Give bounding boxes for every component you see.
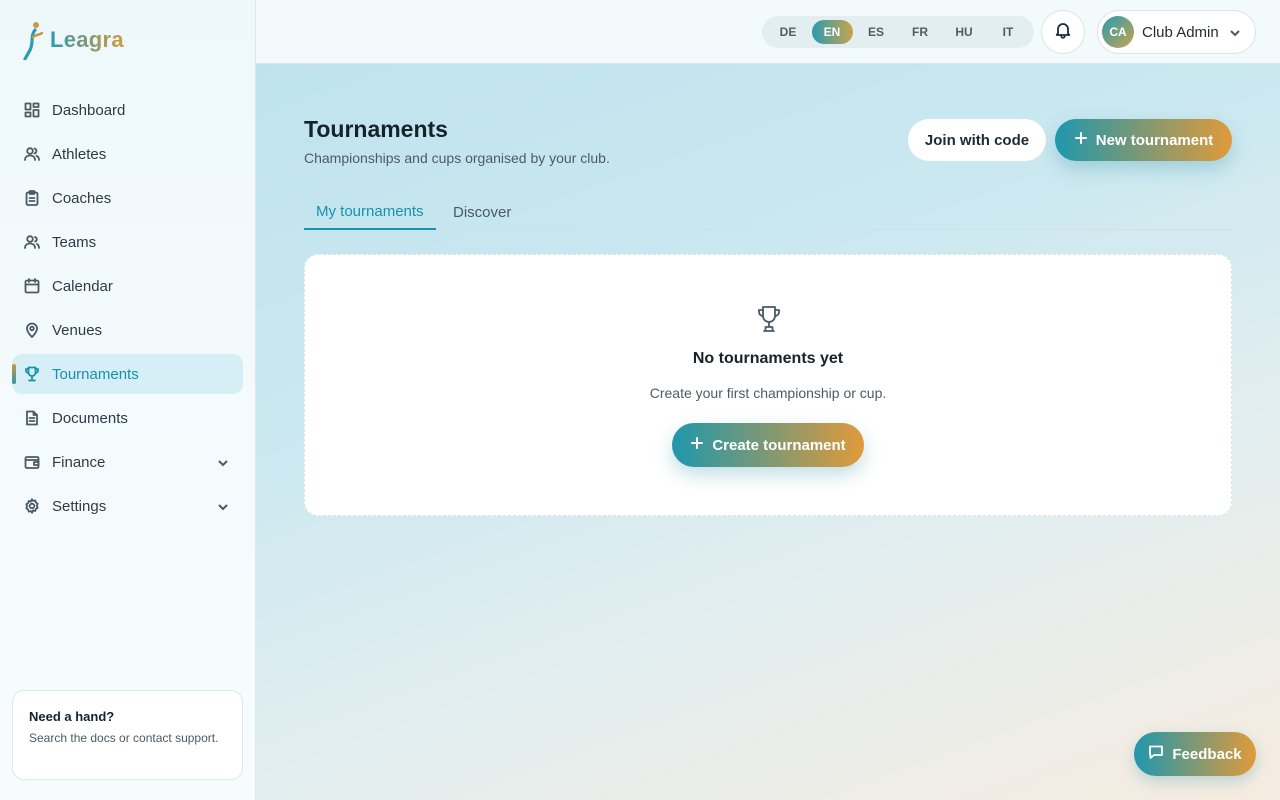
wallet-icon — [24, 454, 40, 470]
dashboard-icon — [24, 102, 40, 118]
sidebar-item-label: Tournaments — [52, 365, 139, 383]
bell-icon — [1054, 21, 1072, 44]
sidebar-item-label: Teams — [52, 233, 97, 251]
tab-my-tournaments[interactable]: My tournaments — [304, 194, 436, 230]
language-en[interactable]: EN — [811, 20, 853, 44]
sidebar-item-dashboard[interactable]: Dashboard — [12, 90, 243, 130]
language-it[interactable]: IT — [988, 20, 1029, 44]
sidebar-item-label: Finance — [52, 453, 106, 471]
sidebar-item-settings[interactable]: Settings — [12, 486, 243, 526]
language-fr[interactable]: FR — [900, 20, 941, 44]
sidebar-item-label: Settings — [52, 497, 107, 515]
sidebar-item-teams[interactable]: Teams — [12, 222, 243, 262]
language-de[interactable]: DE — [768, 20, 809, 44]
chevron-down-icon[interactable] — [217, 456, 229, 468]
sidebar-item-label: Documents — [52, 409, 128, 427]
page-title: Tournaments — [304, 116, 448, 142]
language-hu[interactable]: HU — [944, 20, 985, 44]
plus-icon — [1074, 131, 1088, 149]
language-switcher: DE EN ES FR HU IT — [762, 16, 1034, 48]
brand-logo[interactable]: Leagra — [22, 20, 124, 61]
sidebar-nav: Dashboard Athletes Coaches Teams Calenda… — [12, 90, 243, 530]
sidebar-item-venues[interactable]: Venues — [12, 310, 243, 350]
sidebar-item-label: Venues — [52, 321, 103, 339]
leagra-logo-icon — [22, 20, 44, 61]
map-pin-icon — [24, 322, 40, 338]
sidebar-item-coaches[interactable]: Coaches — [12, 178, 243, 218]
create-tournament-button[interactable]: Create tournament — [672, 423, 864, 467]
avatar: CA — [1102, 16, 1134, 48]
feedback-label: Feedback — [1172, 745, 1242, 763]
sidebar-item-label: Dashboard — [52, 101, 126, 119]
sidebar-item-label: Athletes — [52, 145, 107, 163]
trophy-icon — [24, 366, 40, 382]
help-card[interactable]: Need a hand? Search the docs or contact … — [12, 690, 243, 780]
sidebar-item-finance[interactable]: Finance — [12, 442, 243, 482]
chevron-down-icon — [1229, 26, 1241, 38]
calendar-icon — [24, 278, 40, 294]
sidebar-item-calendar[interactable]: Calendar — [12, 266, 243, 306]
empty-state-card: No tournaments yet Create your first cha… — [304, 254, 1232, 516]
plus-icon — [690, 436, 704, 454]
sidebar: Leagra Dashboard Athletes Coaches Teams … — [0, 0, 256, 800]
trophy-icon — [753, 303, 785, 335]
top-bar: DE EN ES FR HU IT CA Club Admin — [256, 0, 1280, 64]
document-icon — [24, 410, 40, 426]
gear-icon — [24, 498, 40, 514]
team-icon — [24, 234, 40, 250]
empty-state-text: Create your first championship or cup. — [649, 385, 887, 401]
sidebar-item-tournaments[interactable]: Tournaments — [12, 354, 243, 394]
tournament-tabs: My tournaments Discover — [304, 194, 1232, 230]
sidebar-item-label: Coaches — [52, 189, 112, 207]
sidebar-item-athletes[interactable]: Athletes — [12, 134, 243, 174]
chevron-down-icon[interactable] — [217, 500, 229, 512]
help-title: Need a hand? — [29, 709, 115, 724]
help-text: Search the docs or contact support. — [29, 731, 219, 745]
create-tournament-label: Create tournament — [712, 436, 846, 454]
language-es[interactable]: ES — [856, 20, 897, 44]
page-subtitle: Championships and cups organised by your… — [304, 150, 610, 166]
new-tournament-label: New tournament — [1095, 131, 1214, 149]
empty-state-title: No tournaments yet — [692, 350, 844, 367]
user-name: Club Admin — [1142, 23, 1219, 41]
user-menu[interactable]: CA Club Admin — [1097, 10, 1256, 54]
users-icon — [24, 146, 40, 162]
notifications-button[interactable] — [1041, 10, 1085, 54]
brand-name: Leagra — [50, 27, 124, 52]
tab-discover[interactable]: Discover — [441, 194, 523, 230]
chat-icon — [1148, 744, 1164, 764]
main-content: Tournaments Championships and cups organ… — [256, 64, 1280, 800]
sidebar-item-label: Calendar — [52, 277, 113, 295]
feedback-button[interactable]: Feedback — [1134, 732, 1256, 776]
new-tournament-button[interactable]: New tournament — [1055, 119, 1232, 161]
clipboard-icon — [24, 190, 40, 206]
sidebar-item-documents[interactable]: Documents — [12, 398, 243, 438]
join-with-code-button[interactable]: Join with code — [908, 119, 1046, 161]
